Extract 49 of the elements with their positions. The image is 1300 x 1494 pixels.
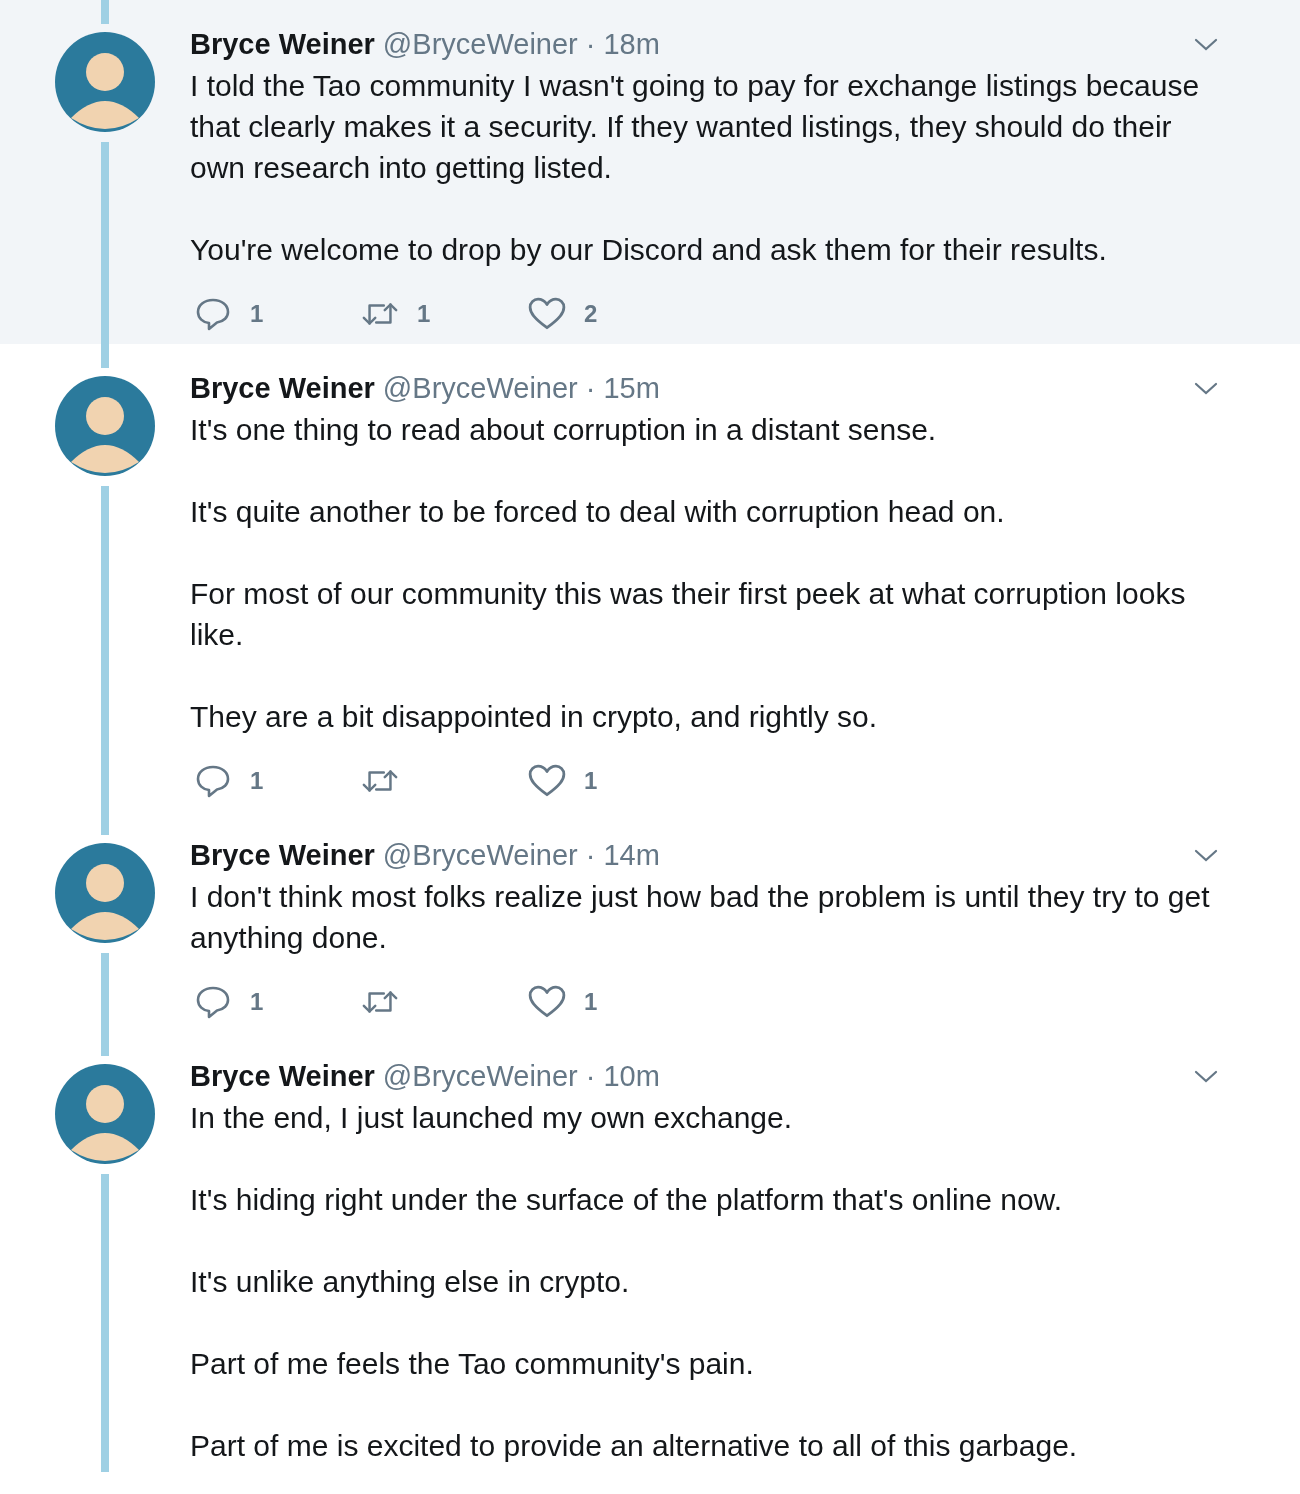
- tweet-time[interactable]: 10m: [603, 1060, 660, 1093]
- author-name[interactable]: Bryce Weiner: [190, 1060, 375, 1093]
- tweet-time[interactable]: 14m: [603, 839, 660, 872]
- avatar[interactable]: [55, 843, 155, 943]
- author-handle[interactable]: @BryceWeiner: [382, 839, 578, 872]
- tweet-text: I don't think most folks realize just how bad the problem is until they try to get anything done.: [190, 879, 1211, 956]
- action-count: 1: [584, 767, 598, 795]
- author-name[interactable]: Bryce Weiner: [190, 372, 375, 405]
- action-count: 2: [584, 300, 598, 328]
- tweet-text: In the end, I just launched my own exchange.: [190, 1100, 794, 1136]
- action-count: 1: [250, 988, 264, 1016]
- reply-icon[interactable]: [194, 985, 232, 1019]
- action-count: 1: [584, 988, 598, 1016]
- tweet-text: Part of me feels the Tao community's pain.: [190, 1346, 755, 1382]
- chevron-down-icon[interactable]: [1194, 848, 1218, 863]
- reply-icon[interactable]: [194, 764, 232, 798]
- tweet-text: It's quite another to be forced to deal with corruption head on.: [190, 494, 1006, 530]
- heart-icon[interactable]: [528, 297, 566, 331]
- action-count: 1: [250, 300, 264, 328]
- tweet-text: Part of me is excited to provide an alternative to all of this garbage.: [190, 1428, 1079, 1464]
- chevron-down-icon[interactable]: [1194, 37, 1218, 52]
- reply-icon[interactable]: [194, 297, 232, 331]
- heart-icon[interactable]: [528, 764, 566, 798]
- tweet-text: They are a bit disappointed in crypto, and rightly so.: [190, 699, 879, 735]
- tweet-text: You're welcome to drop by our Discord and ask them for their results.: [190, 232, 1108, 268]
- separator-dot: ·: [585, 1060, 596, 1093]
- separator-dot: ·: [585, 839, 596, 872]
- avatar[interactable]: [55, 1064, 155, 1164]
- separator-dot: ·: [585, 372, 596, 405]
- tweet-text: It's one thing to read about corruption in a distant sense.: [190, 412, 938, 448]
- tweet-text: It's unlike anything else in crypto.: [190, 1264, 631, 1300]
- avatar[interactable]: [55, 376, 155, 476]
- author-handle[interactable]: @BryceWeiner: [382, 372, 578, 405]
- chevron-down-icon[interactable]: [1194, 1069, 1218, 1084]
- tweet-time[interactable]: 18m: [603, 28, 660, 61]
- avatar[interactable]: [55, 32, 155, 132]
- action-count: 1: [417, 300, 431, 328]
- tweet-text: It's hiding right under the surface of the platform that's online now.: [190, 1182, 1063, 1218]
- heart-icon[interactable]: [528, 985, 566, 1019]
- action-count: 1: [250, 767, 264, 795]
- author-handle[interactable]: @BryceWeiner: [382, 1060, 578, 1093]
- tweet-text: I told the Tao community I wasn't going to pay for exchange listings because that clearly makes it a security. If they wanted listings, they should do their own research into getting listed.: [190, 68, 1201, 186]
- tweet-time[interactable]: 15m: [603, 372, 660, 405]
- chevron-down-icon[interactable]: [1194, 381, 1218, 396]
- separator-dot: ·: [585, 28, 596, 61]
- author-handle[interactable]: @BryceWeiner: [382, 28, 578, 61]
- author-name[interactable]: Bryce Weiner: [190, 839, 375, 872]
- author-name[interactable]: Bryce Weiner: [190, 28, 375, 61]
- tweet-text: For most of our community this was their first peek at what corruption looks like.: [190, 576, 1187, 653]
